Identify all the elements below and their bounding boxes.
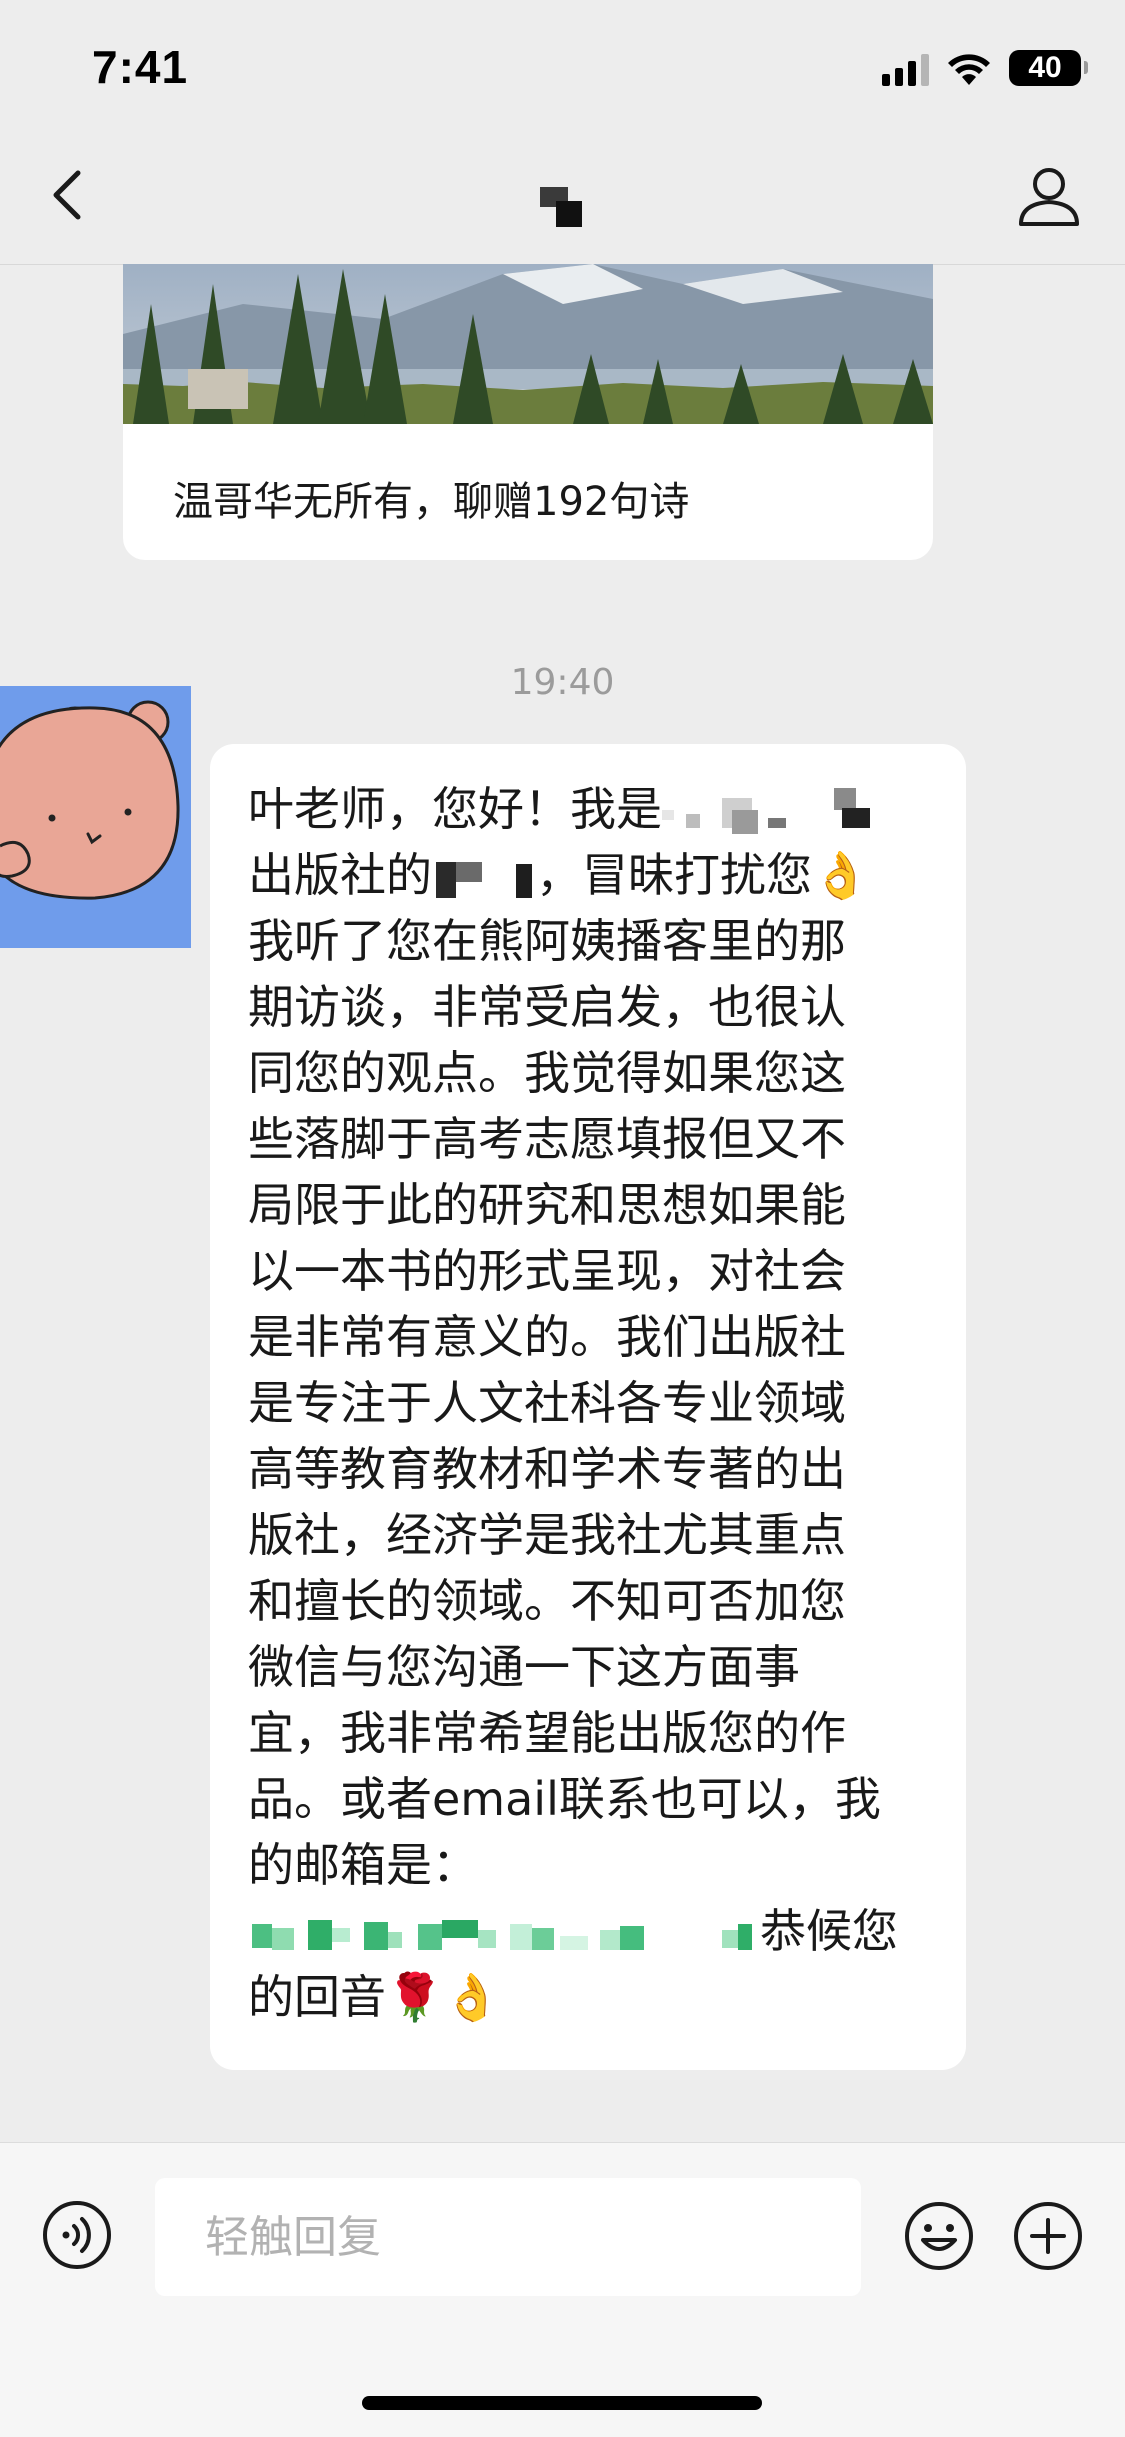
emoji-button[interactable] [903, 2200, 975, 2272]
message-line: 些落脚于高考志愿填报但又不 [248, 1112, 846, 1166]
message-line: 和擅长的领域。不知可否加您 [248, 1574, 846, 1628]
message-line: 微信与您沟通一下这方面事 [248, 1640, 800, 1694]
bear-avatar-icon [0, 686, 191, 948]
message-line: 局限于此的研究和思想如果能 [248, 1178, 846, 1232]
message-line: 期访谈，非常受启发，也很认 [248, 980, 846, 1034]
chat-title-redacted [540, 187, 584, 231]
status-icons: 40 [882, 46, 1088, 86]
message-line: 叶老师，您好！我是 [248, 776, 872, 842]
redacted-name [662, 787, 872, 838]
avatar[interactable] [0, 686, 191, 948]
message-line: 的回音🌹👌 [248, 1970, 501, 2024]
message-text: 叶老师，您好！我是 [248, 782, 662, 836]
message-text: 恭候您 [760, 1904, 898, 1958]
nav-bar [0, 130, 1125, 265]
message-line: 出版社的 ，冒昧打扰您👌 [248, 842, 869, 908]
message-line: 我听了您在熊阿姨播客里的那 [248, 914, 846, 968]
message-line: 是非常有意义的。我们出版社 [248, 1310, 846, 1364]
plus-circle-icon [1014, 2202, 1082, 2270]
person-icon [1019, 168, 1079, 226]
more-button[interactable] [1012, 2200, 1084, 2272]
message-line: 是专注于人文社科各专业领域 [248, 1376, 846, 1430]
voice-icon [43, 2201, 111, 2269]
message-line: 版社，经济学是我社尤其重点 [248, 1508, 846, 1562]
battery-icon: 40 [1009, 50, 1088, 86]
wifi-icon [948, 54, 990, 85]
message-line: 以一本书的形式呈现，对社会 [248, 1244, 846, 1298]
message-bubble[interactable]: 叶老师，您好！我是 出版社的 ，冒昧打扰您👌 我听了您在熊阿姨播客里的那 期访谈… [210, 744, 966, 2070]
chevron-left-icon [53, 170, 81, 220]
redacted-name [432, 854, 536, 904]
status-time: 7:41 [92, 41, 189, 93]
smiley-icon [905, 2202, 973, 2270]
message-text: 出版社的 [248, 848, 432, 902]
article-card[interactable]: 温哥华无所有，聊赠192句诗 [123, 264, 933, 560]
profile-button[interactable] [1013, 160, 1085, 232]
message-line: 的邮箱是： [248, 1838, 478, 1892]
status-bar: 7:41 40 [0, 0, 1125, 130]
message-line: 品。或者email联系也可以，我 [248, 1772, 881, 1826]
message-line: 同您的观点。我觉得如果您这 [248, 1046, 846, 1100]
message-line: 宜，我非常希望能出版您的作 [248, 1706, 846, 1760]
home-indicator[interactable] [362, 2396, 762, 2410]
message-line: 高等教育教材和学术专著的出 [248, 1442, 846, 1496]
voice-button[interactable] [42, 2200, 112, 2270]
redacted-email [248, 1910, 760, 1960]
signal-icon [882, 52, 929, 86]
message-line: 恭候您 [248, 1898, 898, 1964]
reply-input[interactable] [155, 2178, 861, 2296]
article-image [123, 264, 933, 424]
back-button[interactable] [36, 160, 106, 230]
article-title: 温哥华无所有，聊赠192句诗 [173, 479, 690, 525]
message-text: ，冒昧打扰您👌 [536, 848, 870, 902]
